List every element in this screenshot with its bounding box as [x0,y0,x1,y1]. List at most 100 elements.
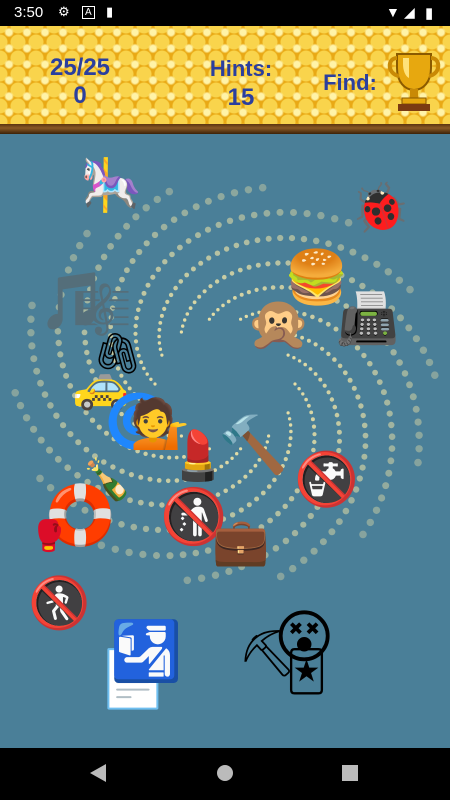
spiral-dot [367,360,373,367]
spiral-dot [348,277,356,284]
back-icon[interactable] [88,762,108,784]
spiral-dot [386,410,393,417]
spiral-dot [208,284,213,289]
home-icon[interactable] [214,762,236,784]
spiral-dot [166,552,174,560]
wifi-icon: ▼ [386,4,400,20]
spiral-dot [184,272,190,278]
spiral-dot [33,367,41,375]
recents-icon[interactable] [340,763,360,783]
spiral-dot [246,264,252,270]
spiral-dot [125,548,133,557]
spiral-dot [361,352,367,359]
playfield[interactable]: 🎠 🐞 🎵 🎼 🍔 🙊 📠 🖇 🚕 🌀 💁 💄 🔨 🚱 🍾 🛟 🥊 🚯 💼 🚷 … [0,134,450,748]
spiral-dot [387,457,395,465]
non-potable-water-item[interactable]: 🚱 [294,454,359,506]
spiral-dot [179,330,183,334]
spiral-dot [211,571,220,579]
spiral-dot [347,377,353,383]
speak-no-evil-monkey-item[interactable]: 🙊 [246,298,311,350]
spiral-dot [287,443,292,447]
hammer-item[interactable]: 🔨 [218,418,288,474]
spiral-dot [336,429,342,435]
spiral-dot [30,355,38,363]
boxing-glove-item[interactable]: 🥊 [30,522,67,552]
spiral-dot [255,262,261,268]
no-pedestrians-item[interactable]: 🚷 [28,578,90,628]
spiral-dot [230,484,236,489]
spiral-dot [215,221,222,228]
spiral-dot [177,244,183,251]
spiral-dot [337,363,343,369]
spiral-dot [254,496,260,502]
spiral-dot [132,213,140,221]
spiral-dot [27,329,35,337]
confounded-face-item[interactable]: 😵 [274,608,334,666]
spiral-dot [265,261,271,267]
spiral-dot [300,521,307,528]
lady-beetle-item[interactable]: 🐞 [350,184,410,232]
spiral-dot [206,255,212,261]
spiral-dot [204,226,212,233]
spiral-dot [303,210,311,218]
spiral-dot [162,306,167,311]
spiral-dot [230,189,239,197]
spiral-dot [168,292,174,298]
spiral-dot [192,300,197,305]
spiral-dot [130,523,138,531]
passport-control-item[interactable]: 🛂 [110,622,182,680]
spiral-dot [250,211,258,219]
spiral-dot [157,327,162,332]
spiral-dot [300,235,308,243]
spiral-dot [385,469,393,477]
spiral-dot [297,387,301,391]
spiral-dot [317,211,325,220]
spiral-dot [173,285,178,291]
spiral-dot [233,242,240,249]
spiral-dot [310,417,315,422]
spiral-dot [359,464,366,471]
spiral-dot [153,382,157,386]
navigation-bar [0,748,450,800]
spiral-dot [225,567,233,575]
sd-card-icon: ▮ [106,4,114,19]
spiral-dot [287,417,292,421]
hints-label[interactable]: Hints: [196,56,286,82]
trophy-icon[interactable] [385,48,443,114]
spiral-dot [266,484,272,489]
musical-score-item[interactable]: 🎼 [72,286,132,334]
spiral-dot [409,393,417,401]
spiral-dot [129,258,136,264]
spiral-dot [238,507,244,513]
spiral-dot [195,232,201,239]
spiral-dot [237,267,243,273]
spiral-dot [138,299,144,304]
spiral-dot [276,572,285,581]
spiral-dot [64,464,71,472]
spiral-dot [277,234,284,242]
spiral-dot [260,490,266,496]
spiral-dot [192,203,200,211]
spiral-dot [291,529,299,537]
hints-value[interactable]: 15 [196,84,286,112]
spiral-dot [107,243,114,250]
spiral-dot [160,353,164,357]
spiral-dot [239,317,243,321]
spiral-dot [263,209,271,217]
level-progress: 25/25 [49,54,111,81]
spiral-dot [382,482,390,490]
briefcase-item[interactable]: 💼 [212,518,269,564]
spiral-dot [149,377,153,381]
score-value: 0 [73,82,87,109]
fax-machine-item[interactable]: 📠 [336,294,398,344]
spiral-dot [47,402,54,409]
spiral-dot [320,346,325,351]
spiral-dot [197,294,202,299]
spiral-dot [63,372,70,379]
spiral-dot [160,223,168,231]
spiral-dot [27,315,35,323]
carousel-horse-item[interactable]: 🎠 [80,160,142,210]
spiral-dot [395,276,404,284]
spiral-dot [89,417,96,423]
spiral-dot [342,370,348,376]
